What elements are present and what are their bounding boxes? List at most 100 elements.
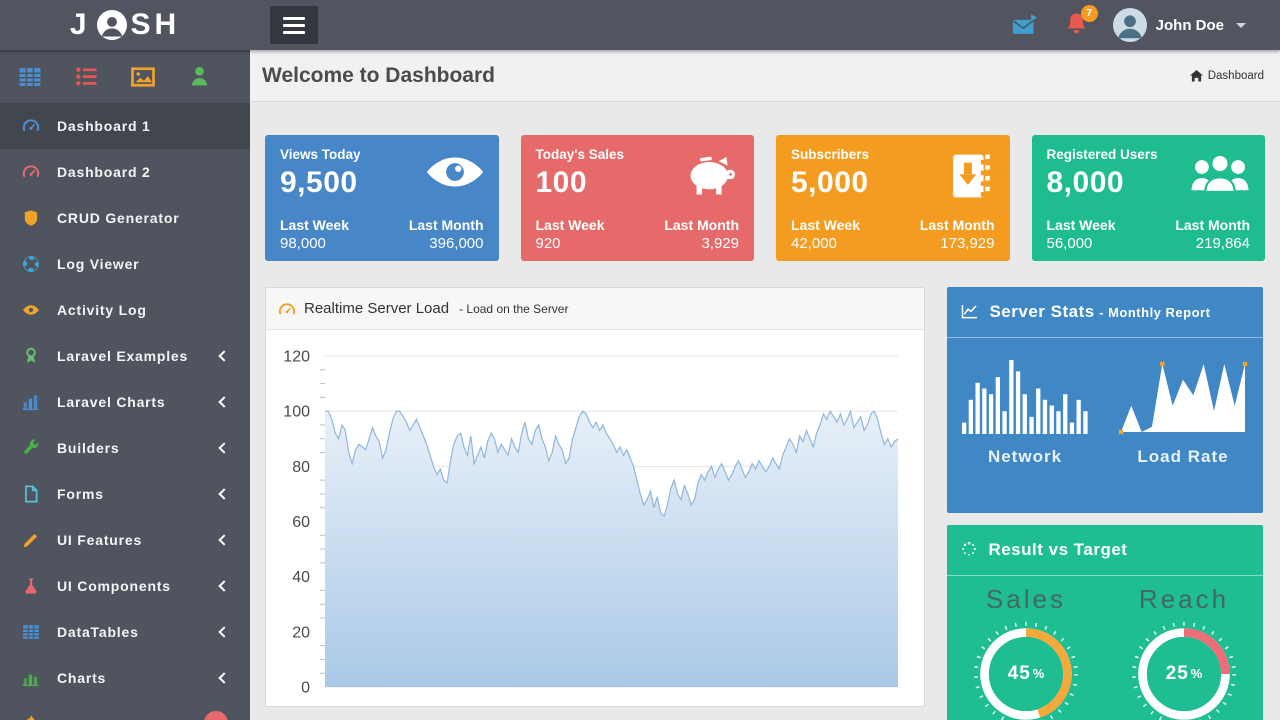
sidebar-item-crud-generator[interactable]: CRUD Generator: [0, 195, 250, 241]
chevron-left-icon: [218, 488, 229, 499]
svg-text:80: 80: [292, 459, 310, 476]
sidebar-item-dashboard-2[interactable]: Dashboard 2: [0, 149, 250, 195]
award-icon: [22, 347, 40, 365]
app-logo[interactable]: J SH: [0, 0, 250, 50]
sidebar-item-forms[interactable]: Forms: [0, 471, 250, 517]
svg-text:40: 40: [292, 569, 310, 586]
load-rate-label: Load Rate: [1137, 447, 1228, 467]
sales-knob: Sales 45%: [951, 582, 1101, 720]
life-ring-icon: [22, 255, 40, 273]
sidebar-item-dashboard-1[interactable]: Dashboard 1: [0, 103, 250, 149]
gauge-icon: [22, 163, 40, 181]
user-menu[interactable]: John Doe: [1113, 8, 1246, 42]
sidebar-item-activity-log[interactable]: Activity Log: [0, 287, 250, 333]
svg-text:120: 120: [283, 349, 310, 366]
breadcrumb-label: Dashboard: [1208, 70, 1264, 82]
table-icon: [22, 623, 40, 641]
download-book-icon: [946, 151, 996, 206]
sidebar-item-laravel-examples[interactable]: Laravel Examples: [0, 333, 250, 379]
logo-letter-j: J: [70, 8, 91, 42]
bar-chart-icon: [22, 393, 40, 411]
sidebar-quick-icons: [0, 50, 250, 103]
panel-title: Realtime Server Load: [304, 300, 449, 317]
sidebar-item-ui-components[interactable]: UI Components: [0, 563, 250, 609]
svg-text:60: 60: [292, 514, 310, 531]
server-stats-header: Server Stats - Monthly Report: [947, 287, 1263, 338]
sidebar-item-datatables[interactable]: DataTables: [0, 609, 250, 655]
registered-users-card: Registered Users 8,000 Last Week56,000 L…: [1032, 135, 1266, 261]
chevron-left-icon: [218, 580, 229, 591]
menu-badge: [204, 711, 228, 720]
network-sparkline: [961, 356, 1089, 436]
chevron-left-icon: [218, 350, 229, 361]
piggy-bank-icon: [682, 151, 740, 202]
table-icon[interactable]: [18, 65, 42, 89]
load-rate-sparkline: [1117, 356, 1249, 436]
chevron-down-icon: [1236, 23, 1246, 28]
sidebar: Dashboard 1 Dashboard 2 CRUD Generator L…: [0, 50, 250, 720]
pencil-icon: [22, 531, 40, 549]
flask-icon: [22, 577, 40, 595]
line-chart-icon: [961, 303, 978, 328]
chart-icon: [22, 669, 40, 687]
sidebar-item-ui-features[interactable]: UI Features: [0, 517, 250, 563]
wrench-icon: [22, 439, 40, 457]
page-header: Welcome to Dashboard Dashboard: [250, 50, 1280, 102]
users-icon: [1189, 151, 1251, 200]
chevron-left-icon: [218, 672, 229, 683]
result-vs-target-panel: Result vs Target Sales 45%: [947, 525, 1263, 720]
logo-letters-sh: SH: [131, 8, 181, 42]
sidebar-item-partial[interactable]: [0, 701, 250, 720]
app-root: J SH 7: [0, 0, 1280, 720]
sidebar-menu: Dashboard 1 Dashboard 2 CRUD Generator L…: [0, 103, 250, 720]
network-stat: Network: [961, 356, 1089, 467]
sidebar-item-charts[interactable]: Charts: [0, 655, 250, 701]
eye-icon: [425, 151, 485, 198]
notification-badge: 7: [1081, 5, 1098, 22]
logo-user-icon: [97, 10, 127, 40]
server-load-chart: 0 20 40 60 80 100 120: [266, 330, 924, 711]
sidebar-item-log-viewer[interactable]: Log Viewer: [0, 241, 250, 287]
load-rate-stat: Load Rate: [1117, 356, 1249, 467]
todays-sales-card: Today's Sales 100 Last Week920 Last Mont…: [521, 135, 755, 261]
page-title: Welcome to Dashboard: [262, 64, 495, 88]
panel-subtitle: - Load on the Server: [459, 302, 568, 316]
result-header: Result vs Target: [947, 525, 1263, 576]
notifications-button[interactable]: 7: [1064, 12, 1089, 39]
server-load-panel-header: Realtime Server Load - Load on the Serve…: [266, 288, 924, 330]
breadcrumb[interactable]: Dashboard: [1190, 70, 1264, 82]
list-icon[interactable]: [75, 65, 99, 89]
network-label: Network: [988, 447, 1062, 467]
sidebar-toggle-button[interactable]: [270, 6, 318, 44]
image-icon[interactable]: [131, 65, 155, 89]
home-icon: [1190, 70, 1203, 82]
sidebar-item-builders[interactable]: Builders: [0, 425, 250, 471]
reach-knob: Reach 25%: [1109, 582, 1259, 720]
chevron-left-icon: [218, 534, 229, 545]
stat-cards: Views Today 9,500 Last Week98,000 Last M…: [265, 135, 1265, 261]
gauge-icon: [22, 117, 40, 135]
user-name: John Doe: [1156, 17, 1224, 34]
chevron-left-icon: [218, 626, 229, 637]
avatar: [1113, 8, 1147, 42]
svg-text:100: 100: [283, 404, 310, 421]
svg-text:0: 0: [301, 680, 310, 697]
server-load-panel: Realtime Server Load - Load on the Serve…: [265, 287, 925, 707]
fire-icon: [22, 714, 40, 720]
chevron-left-icon: [218, 396, 229, 407]
mail-icon: [1012, 12, 1040, 38]
spinner-dots-icon: [961, 541, 977, 566]
server-stats-panel: Server Stats - Monthly Report Network Lo…: [947, 287, 1263, 513]
chevron-left-icon: [218, 442, 229, 453]
svg-text:20: 20: [292, 624, 310, 641]
main-content: Welcome to Dashboard Dashboard Views Tod…: [250, 50, 1280, 720]
user-icon[interactable]: [188, 65, 212, 89]
topbar: J SH 7: [0, 0, 1280, 50]
file-icon: [22, 485, 40, 503]
shield-icon: [22, 209, 40, 227]
subscribers-card: Subscribers 5,000 Last Week42,000 Last M…: [776, 135, 1010, 261]
sidebar-item-laravel-charts[interactable]: Laravel Charts: [0, 379, 250, 425]
views-today-card: Views Today 9,500 Last Week98,000 Last M…: [265, 135, 499, 261]
gauge-icon: [278, 301, 296, 317]
messages-button[interactable]: [1012, 12, 1040, 38]
